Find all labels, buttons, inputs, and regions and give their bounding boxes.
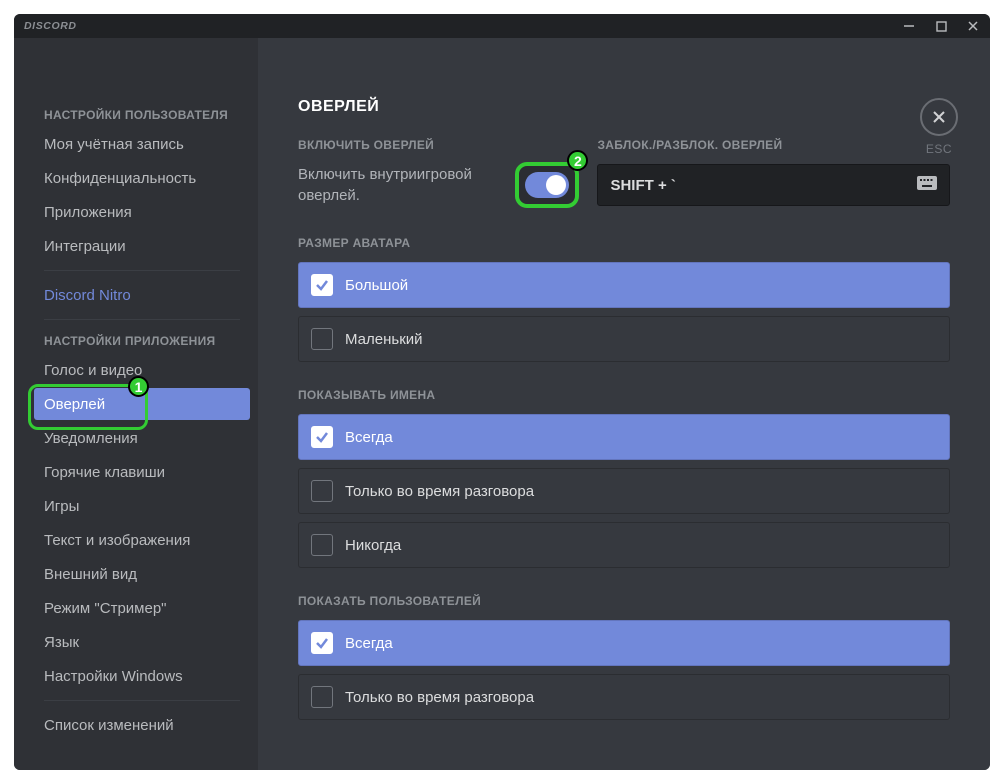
sidebar-item-integrations[interactable]: Интеграции xyxy=(34,230,250,262)
sidebar-item-hotkeys[interactable]: Горячие клавиши xyxy=(34,456,250,488)
checkbox-icon xyxy=(311,480,333,502)
sidebar-item-changelog[interactable]: Список изменений xyxy=(34,709,250,741)
sidebar-header-user: НАСТРОЙКИ ПОЛЬЗОВАТЕЛЯ xyxy=(34,102,250,128)
avatar-option-small[interactable]: Маленький xyxy=(298,316,950,362)
window-close-button[interactable] xyxy=(966,19,980,33)
sidebar-item-text-images[interactable]: Текст и изображения xyxy=(34,524,250,556)
window-maximize-button[interactable] xyxy=(934,19,948,33)
users-option-talking[interactable]: Только во время разговора xyxy=(298,674,950,720)
sidebar-item-games[interactable]: Игры xyxy=(34,490,250,522)
sidebar-item-windows[interactable]: Настройки Windows xyxy=(34,660,250,692)
names-option-talking[interactable]: Только во время разговора xyxy=(298,468,950,514)
lock-overlay-header: ЗАБЛОК./РАЗБЛОК. ОВЕРЛЕЙ xyxy=(597,138,950,152)
checkbox-icon xyxy=(311,328,333,350)
titlebar: DISCORD xyxy=(14,14,990,38)
sidebar-item-nitro[interactable]: Discord Nitro xyxy=(34,279,250,311)
enable-overlay-toggle[interactable] xyxy=(525,172,569,198)
annotation-badge-1: 1 xyxy=(128,376,149,397)
show-names-header: ПОКАЗЫВАТЬ ИМЕНА xyxy=(298,388,950,402)
enable-overlay-toggle-wrap: 2 xyxy=(525,172,569,198)
enable-overlay-description: Включить внутриигровой оверлей. xyxy=(298,164,511,206)
sidebar-item-notifications[interactable]: Уведомления xyxy=(34,422,250,454)
page-title: ОВЕРЛЕЙ xyxy=(298,98,950,116)
checkbox-icon xyxy=(311,274,333,296)
sidebar-item-appearance[interactable]: Внешний вид xyxy=(34,558,250,590)
show-users-header: ПОКАЗАТЬ ПОЛЬЗОВАТЕЛЕЙ xyxy=(298,594,950,608)
checkbox-icon xyxy=(311,686,333,708)
close-settings-button[interactable] xyxy=(920,98,958,136)
sidebar-item-account[interactable]: Моя учётная запись xyxy=(34,128,250,160)
option-label: Только во время разговора xyxy=(345,483,534,500)
settings-sidebar: НАСТРОЙКИ ПОЛЬЗОВАТЕЛЯ Моя учётная запис… xyxy=(14,38,258,770)
checkbox-icon xyxy=(311,426,333,448)
names-option-always[interactable]: Всегда xyxy=(298,414,950,460)
sidebar-header-app: НАСТРОЙКИ ПРИЛОЖЕНИЯ xyxy=(34,328,250,354)
window-minimize-button[interactable] xyxy=(902,19,916,33)
checkbox-icon xyxy=(311,534,333,556)
app-window: DISCORD НАСТРОЙКИ ПОЛЬЗОВАТЕЛЯ Моя учётн… xyxy=(14,14,990,770)
avatar-option-large[interactable]: Большой xyxy=(298,262,950,308)
keybind-value: SHIFT + ` xyxy=(610,177,675,194)
sidebar-divider xyxy=(44,270,240,271)
option-label: Никогда xyxy=(345,537,401,554)
sidebar-item-language[interactable]: Язык xyxy=(34,626,250,658)
sidebar-item-apps[interactable]: Приложения xyxy=(34,196,250,228)
sidebar-item-overlay[interactable]: Оверлей 1 xyxy=(34,388,250,420)
option-label: Только во время разговора xyxy=(345,689,534,706)
avatar-size-header: РАЗМЕР АВАТАРА xyxy=(298,236,950,250)
users-option-always[interactable]: Всегда xyxy=(298,620,950,666)
sidebar-item-label: Оверлей xyxy=(44,396,105,413)
option-label: Большой xyxy=(345,277,408,294)
esc-label: ESC xyxy=(926,142,952,156)
option-label: Всегда xyxy=(345,429,393,446)
option-label: Всегда xyxy=(345,635,393,652)
checkbox-icon xyxy=(311,632,333,654)
keybind-input[interactable]: SHIFT + ` xyxy=(597,164,950,206)
sidebar-divider xyxy=(44,319,240,320)
keyboard-icon xyxy=(917,176,937,194)
enable-overlay-header: ВКЛЮЧИТЬ ОВЕРЛЕЙ xyxy=(298,138,569,152)
settings-content: ESC ОВЕРЛЕЙ ВКЛЮЧИТЬ ОВЕРЛЕЙ Включить вн… xyxy=(258,38,990,770)
names-option-never[interactable]: Никогда xyxy=(298,522,950,568)
option-label: Маленький xyxy=(345,331,423,348)
sidebar-divider xyxy=(44,700,240,701)
sidebar-item-privacy[interactable]: Конфиденциальность xyxy=(34,162,250,194)
annotation-badge-2: 2 xyxy=(567,150,588,171)
brand-wordmark: DISCORD xyxy=(24,20,77,32)
sidebar-item-streamer[interactable]: Режим "Стример" xyxy=(34,592,250,624)
